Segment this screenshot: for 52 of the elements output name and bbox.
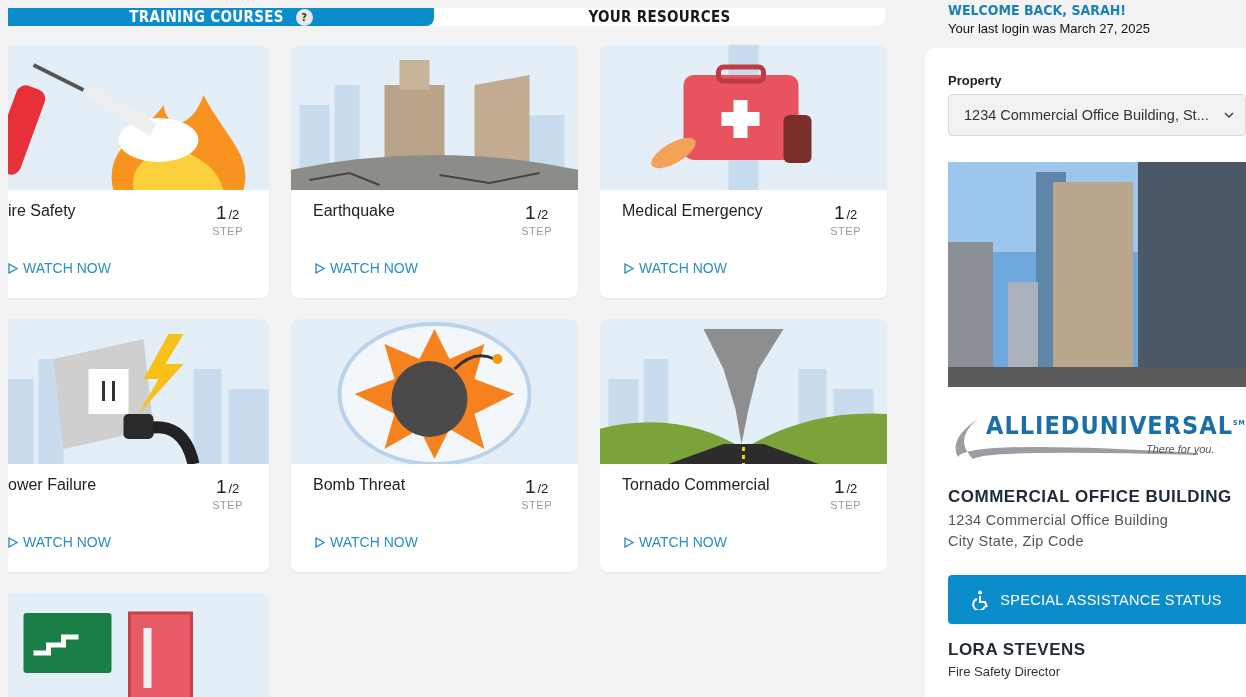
course-title: Medical Emergency — [622, 202, 763, 221]
wheelchair-icon — [972, 589, 991, 610]
play-icon — [8, 536, 18, 548]
step-count: 1/2 — [833, 476, 858, 498]
step-label: STEP — [830, 499, 861, 511]
watch-now-link[interactable]: WATCH NOW — [8, 260, 111, 276]
course-card[interactable]: Bomb Threat 1/2 STEP WATCH NOW — [291, 319, 578, 572]
course-card[interactable]: Earthquake 1/2 STEP WATCH NOW — [291, 45, 578, 298]
step-count: 1/2 — [215, 202, 240, 224]
logo-tagline: There for you. — [1146, 443, 1215, 455]
watch-now-link[interactable]: WATCH NOW — [624, 534, 727, 550]
watch-now-link[interactable]: WATCH NOW — [624, 260, 727, 276]
property-label: Property — [948, 73, 1003, 88]
step-label: STEP — [212, 225, 243, 237]
play-icon — [315, 536, 325, 548]
play-icon — [8, 262, 18, 274]
watch-now-link[interactable]: WATCH NOW — [315, 260, 418, 276]
course-title: ire Safety — [8, 202, 76, 221]
step-label: STEP — [212, 499, 243, 511]
course-card[interactable]: Medical Emergency 1/2 STEP WATCH NOW — [600, 45, 887, 298]
contact-role: Fire Safety Director — [948, 664, 1061, 679]
building-name: COMMERCIAL OFFICE BUILDING — [948, 487, 1233, 507]
step-label: STEP — [521, 499, 552, 511]
course-card[interactable]: Tornado Commercial 1/2 STEP WATCH NOW — [600, 319, 887, 572]
course-title: ower Failure — [8, 476, 97, 495]
step-count: 1/2 — [215, 476, 240, 498]
course-card[interactable]: ower Failure 1/2 STEP WATCH NOW — [8, 319, 269, 572]
step-label: STEP — [830, 225, 861, 237]
contact-name: LORA STEVENS — [948, 640, 1087, 660]
address-line: City State, Zip Code — [948, 533, 1085, 549]
step-count: 1/2 — [833, 202, 858, 224]
step-label: STEP — [521, 225, 552, 237]
course-title: Tornado Commercial — [622, 476, 770, 495]
help-badge[interactable]: ? — [295, 8, 313, 26]
property-select[interactable]: 1234 Commercial Office Building, St... — [948, 94, 1246, 136]
special-assistance-button[interactable]: SPECIAL ASSISTANCE STATUS — [948, 575, 1246, 624]
step-count: 1/2 — [524, 476, 549, 498]
play-icon — [315, 262, 325, 274]
step-count: 1/2 — [524, 202, 549, 224]
welcome-heading: WELCOME BACK, SARAH! — [948, 2, 1127, 18]
course-title: Earthquake — [313, 202, 395, 221]
play-icon — [624, 536, 634, 548]
course-title: Bomb Threat — [313, 476, 406, 495]
play-icon — [624, 262, 634, 274]
course-card[interactable]: ire Safety 1/2 STEP WATCH NOW — [8, 45, 269, 298]
chevron-down-icon — [1223, 111, 1235, 119]
logo-wordmark: ALLIEDUNIVERSAL$^{SM}$ — [986, 411, 1246, 440]
last-login-text: Your last login was March 27, 2025 — [948, 21, 1151, 36]
tab[interactable]: TRAINING COURSES ? — [8, 8, 434, 26]
address-line: 1234 Commercial Office Building — [948, 512, 1170, 528]
watch-now-link[interactable]: WATCH NOW — [8, 534, 111, 550]
watch-now-link[interactable]: WATCH NOW — [315, 534, 418, 550]
